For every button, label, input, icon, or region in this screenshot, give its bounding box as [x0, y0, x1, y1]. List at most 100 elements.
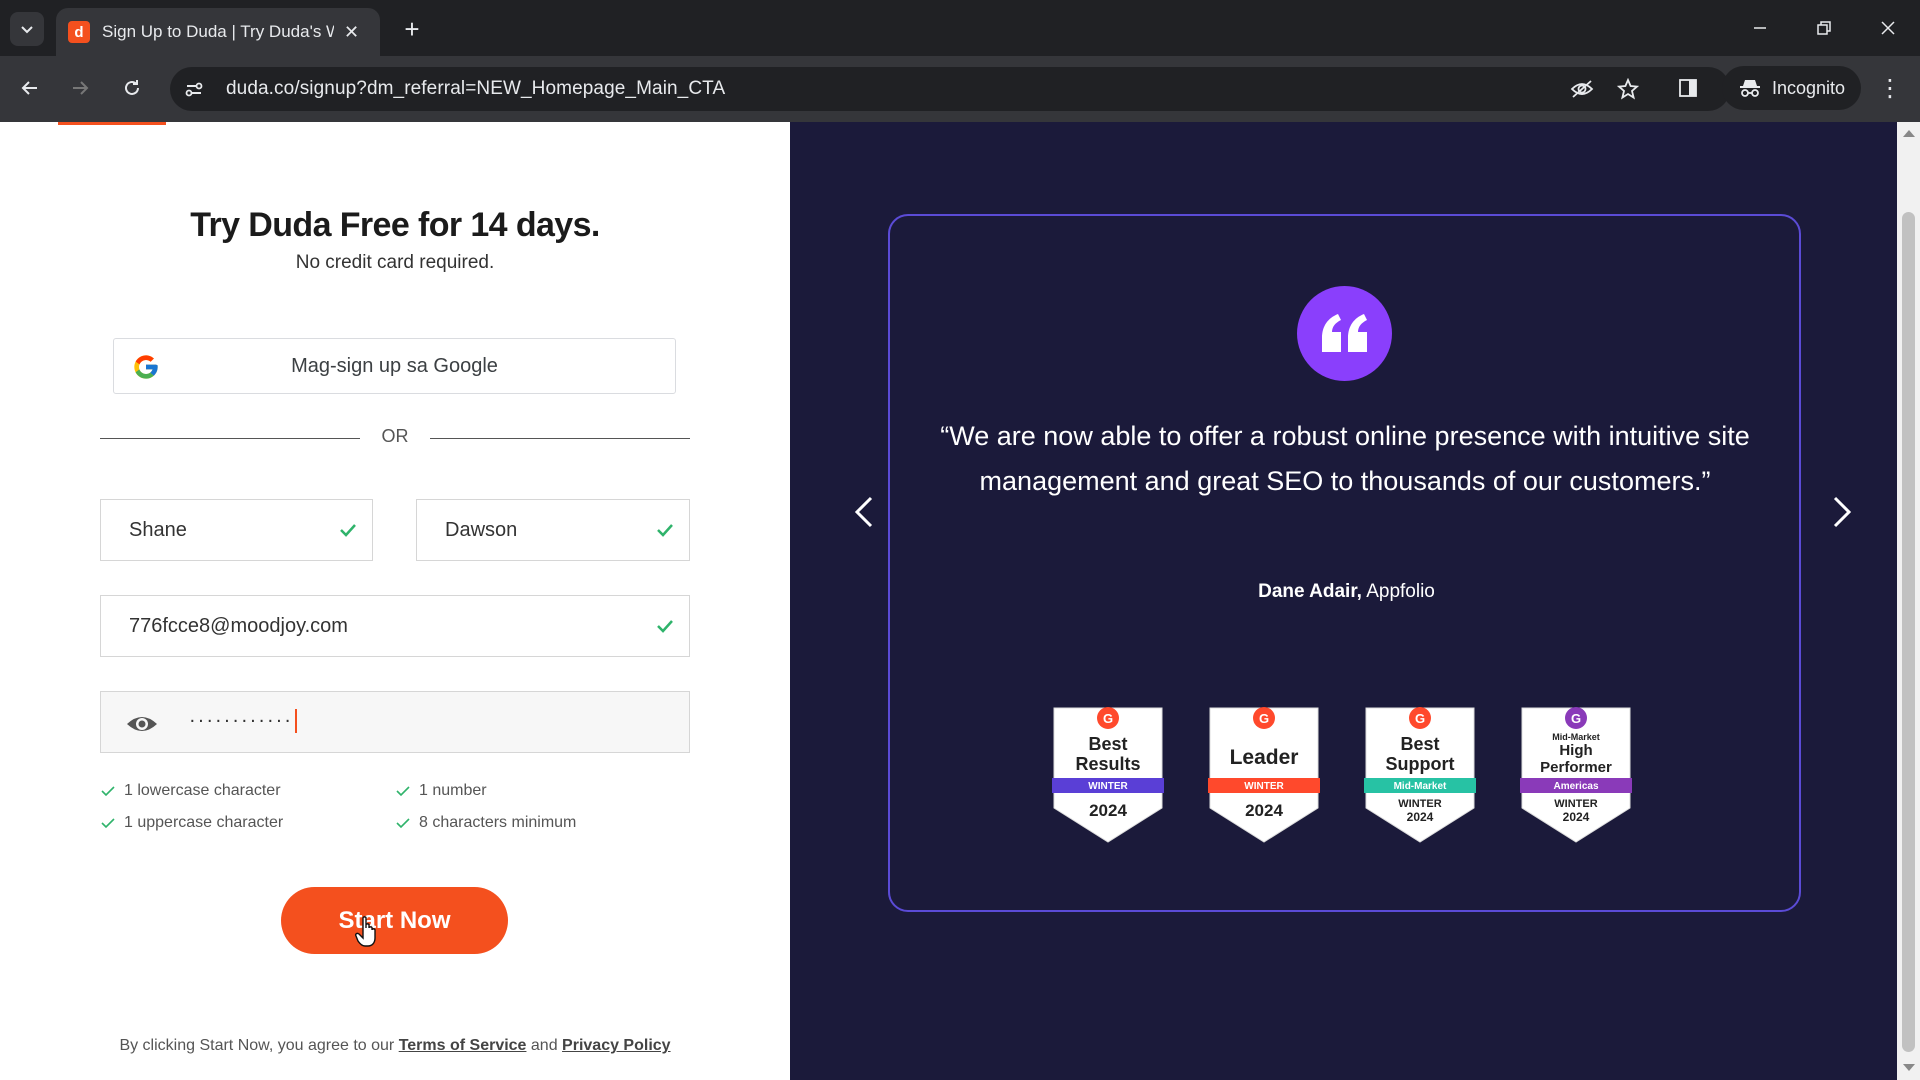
testimonial-author: Dane Adair, Appfolio [1258, 581, 1435, 602]
svg-text:G: G [1103, 711, 1113, 726]
svg-text:G: G [1259, 711, 1269, 726]
svg-text:Mid-Market: Mid-Market [1394, 781, 1447, 792]
new-tab-button[interactable]: + [395, 12, 429, 46]
scrollbar-thumb[interactable] [1902, 212, 1915, 1052]
svg-text:Mid-Market: Mid-Market [1552, 732, 1600, 742]
svg-text:Leader: Leader [1230, 746, 1299, 769]
arrow-left-icon [21, 81, 37, 95]
restore-icon[interactable] [1804, 10, 1844, 46]
close-window-icon[interactable] [1868, 10, 1908, 46]
check-icon [396, 786, 410, 797]
tab-search-button[interactable] [10, 12, 44, 46]
password-field[interactable]: ············ [100, 691, 690, 753]
or-separator: OR [381, 426, 409, 446]
check-icon [101, 818, 115, 829]
svg-text:2024: 2024 [1089, 801, 1127, 820]
header-accent [58, 122, 166, 125]
quote-mark-icon [1297, 286, 1392, 381]
carousel-prev-arrow-icon[interactable] [845, 492, 885, 532]
svg-text:2024: 2024 [1245, 801, 1283, 820]
url-text[interactable]: duda.co/signup?dm_referral=NEW_Homepage_… [226, 78, 725, 100]
page-viewport: Try Duda Free for 14 days. No credit car… [0, 122, 1897, 1080]
svg-text:WINTER: WINTER [1398, 798, 1441, 810]
svg-text:WINTER: WINTER [1244, 781, 1284, 792]
incognito-button[interactable]: Incognito [1722, 66, 1862, 110]
svg-text:2024: 2024 [1563, 810, 1590, 824]
testimonial-quote: “We are now able to offer a robust onlin… [940, 421, 1750, 496]
scroll-up-arrow-icon[interactable] [1903, 130, 1915, 137]
page-scrollbar[interactable] [1897, 122, 1920, 1080]
first-name-input[interactable] [101, 500, 372, 560]
hand-cursor-icon [355, 916, 376, 947]
terms-of-service-link[interactable]: Terms of Service [399, 1037, 527, 1054]
google-signup-button[interactable]: Mag-sign up sa Google [113, 338, 676, 394]
tab-close-icon[interactable]: ✕ [344, 22, 359, 43]
last-name-field[interactable] [416, 499, 690, 561]
svg-text:2024: 2024 [1407, 810, 1434, 824]
svg-text:Best: Best [1400, 734, 1439, 754]
g2-badge-best-support: G Best Support Mid-Market WINTER 2024 [1364, 707, 1476, 843]
reload-button[interactable] [114, 70, 150, 106]
browser-tab[interactable]: d Sign Up to Duda | Try Duda's W ✕ [56, 8, 380, 56]
svg-text:WINTER: WINTER [1088, 781, 1128, 792]
check-icon [396, 818, 410, 829]
bookmark-star-icon[interactable] [1610, 71, 1646, 107]
browser-menu-icon[interactable]: ⋮ [1872, 70, 1908, 106]
scroll-down-arrow-icon[interactable] [1903, 1064, 1915, 1071]
carousel-next-arrow-icon[interactable] [1821, 492, 1861, 532]
password-mask: ············ [189, 709, 297, 733]
divider-left [100, 438, 360, 439]
svg-text:Performer: Performer [1540, 759, 1612, 776]
site-info-icon[interactable] [176, 71, 212, 107]
g2-badge-high-performer: G Mid-Market High Performer Americas WIN… [1520, 707, 1632, 843]
minimize-icon[interactable] [1740, 10, 1780, 46]
svg-text:Americas: Americas [1553, 781, 1598, 792]
g2-badge-leader: G Leader WINTER 2024 [1208, 707, 1320, 843]
check-icon [101, 786, 115, 797]
g2-badge-best-results: G Best Results WINTER 2024 [1052, 707, 1164, 843]
forward-button[interactable] [62, 70, 98, 106]
requirement-lowercase: 1 lowercase character [100, 782, 281, 800]
tab-title: Sign Up to Duda | Try Duda's W [102, 22, 334, 41]
chevron-down-icon [21, 26, 33, 34]
page-title: Try Duda Free for 14 days. [190, 206, 600, 244]
svg-text:WINTER: WINTER [1554, 798, 1597, 810]
check-icon [340, 524, 356, 537]
incognito-label: Incognito [1772, 77, 1846, 98]
requirement-number: 1 number [395, 782, 487, 800]
svg-text:High: High [1559, 742, 1592, 759]
first-name-field[interactable] [100, 499, 373, 561]
svg-text:Support: Support [1386, 754, 1455, 774]
show-password-eye-icon[interactable] [125, 712, 159, 736]
incognito-icon [1740, 80, 1760, 97]
requirement-min-length: 8 characters minimum [395, 814, 576, 832]
svg-text:G: G [1415, 711, 1425, 726]
terms-notice: By clicking Start Now, you agree to our … [119, 1037, 671, 1054]
google-signup-label: Mag-sign up sa Google [291, 354, 498, 377]
svg-text:G: G [1571, 711, 1581, 726]
start-now-button[interactable]: Start Now [281, 887, 508, 954]
page-subtitle: No credit card required. [295, 252, 495, 273]
duda-favicon-icon: d [68, 21, 90, 43]
email-input[interactable] [101, 596, 689, 656]
email-field[interactable] [100, 595, 690, 657]
svg-text:Results: Results [1075, 754, 1140, 774]
last-name-input[interactable] [417, 500, 689, 560]
check-icon [657, 620, 673, 633]
google-g-icon [134, 355, 158, 379]
reload-icon [125, 80, 139, 95]
eye-off-icon[interactable] [1564, 71, 1600, 107]
side-panel-icon[interactable] [1670, 70, 1706, 106]
arrow-right-icon [73, 81, 89, 95]
address-bar[interactable]: duda.co/signup?dm_referral=NEW_Homepage_… [170, 67, 1730, 111]
svg-text:Best: Best [1088, 734, 1127, 754]
text-caret [294, 709, 297, 733]
privacy-policy-link[interactable]: Privacy Policy [562, 1037, 671, 1054]
testimonial-card: “We are now able to offer a robust onlin… [888, 214, 1801, 912]
browser-toolbar: duda.co/signup?dm_referral=NEW_Homepage_… [0, 56, 1920, 122]
back-button[interactable] [12, 70, 48, 106]
divider-right [430, 438, 690, 439]
signup-panel: Try Duda Free for 14 days. No credit car… [0, 122, 790, 1080]
check-icon [657, 524, 673, 537]
requirement-uppercase: 1 uppercase character [100, 814, 283, 832]
